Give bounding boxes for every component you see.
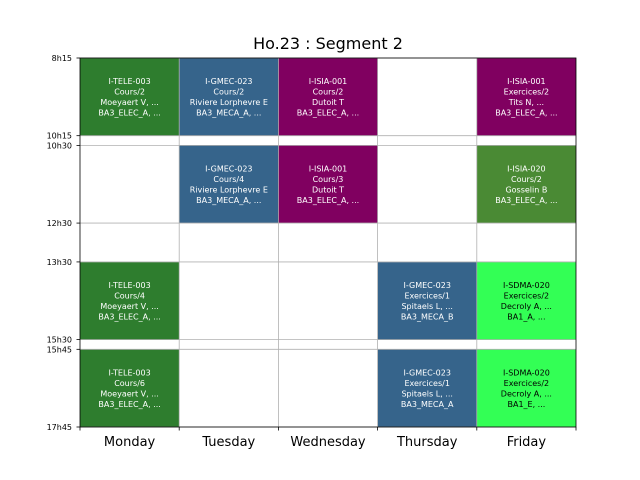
event-label: BA3_ELEC_A, ... <box>98 400 160 409</box>
y-tick-label: 10h30 <box>47 141 72 150</box>
event-label: Exercices/1 <box>404 292 449 301</box>
event-label: Moeyaert V, ... <box>100 302 158 311</box>
event-label: I-SDMA-020 <box>503 368 550 377</box>
event-label: I-ISIA-001 <box>507 77 546 86</box>
x-tick-label: Friday <box>507 435 547 450</box>
event-label: BA3_ELEC_A, ... <box>98 109 160 118</box>
event-label: I-GMEC-023 <box>205 164 252 173</box>
event-block: I-ISIA-001 Exercices/2Tits N, ... BA3_ELEC… <box>476 58 576 136</box>
event-label: Riviere Lorphevre E <box>190 98 268 107</box>
event-label: I-TELE-003 <box>109 368 151 377</box>
event-block: I-GMEC-023 Cours/2Riviere Lorphevre E BA3_… <box>179 58 279 136</box>
event-label: I-ISIA-001 <box>309 164 348 173</box>
event-block: I-SDMA-020 Exercices/2Decroly A, ... BA1_A… <box>476 261 576 340</box>
event-rect <box>377 349 477 427</box>
y-tick-label: 17h45 <box>47 423 72 432</box>
event-label: Exercices/2 <box>504 292 549 301</box>
event-label: I-TELE-003 <box>109 77 151 86</box>
event-rect <box>179 145 279 224</box>
event-label: BA1_A, ... <box>507 313 545 322</box>
event-label: BA3_MECA_A, ... <box>196 109 261 118</box>
event-rect <box>476 145 576 224</box>
event-label: I-SDMA-020 <box>503 281 550 290</box>
event-label: I-GMEC-023 <box>403 368 450 377</box>
event-block: I-GMEC-023 Cours/4Riviere Lorphevre E BA3_… <box>179 145 279 224</box>
event-label: I-ISIA-001 <box>309 77 348 86</box>
x-tick-label: Monday <box>104 435 156 450</box>
event-block: I-GMEC-023 Exercices/1Spitaels L, ... BA3_… <box>377 349 477 427</box>
event-rect <box>80 58 180 136</box>
event-label: Spitaels L, ... <box>401 302 452 311</box>
event-rect <box>80 261 180 340</box>
event-label: I-TELE-003 <box>109 281 151 290</box>
event-label: Dutoit T <box>312 185 344 194</box>
event-block: I-SDMA-020 Exercices/2Decroly A, ... BA1_E… <box>476 349 576 427</box>
x-tick-label: Wednesday <box>290 435 366 450</box>
event-label: Cours/4 <box>213 175 244 184</box>
event-rect <box>179 58 279 136</box>
event-label: Decroly A, ... <box>501 389 552 398</box>
event-label: Gosselin B <box>505 185 547 194</box>
event-label: Exercices/2 <box>504 88 549 97</box>
event-label: BA3_ELEC_A, ... <box>495 109 557 118</box>
event-label: BA3_MECA_B <box>401 313 454 322</box>
chart-title: Ho.23 : Segment 2 <box>253 34 403 53</box>
timetable-chart: Ho.23 : Segment 2 I-TELE-003Cours/2Moeya… <box>47 34 577 450</box>
y-tick-label: 13h30 <box>47 258 72 267</box>
event-label: Dutoit T <box>312 98 344 107</box>
event-label: Cours/2 <box>213 88 244 97</box>
event-label: BA3_ELEC_A, ... <box>98 313 160 322</box>
event-label: Decroly A, ... <box>501 302 552 311</box>
event-label: Cours/2 <box>114 88 145 97</box>
event-rect <box>80 349 180 427</box>
event-rect <box>278 58 378 136</box>
y-tick-label: 15h45 <box>47 345 72 354</box>
y-tick-label: 8h15 <box>52 54 72 63</box>
event-label: Spitaels L, ... <box>401 389 452 398</box>
event-rect <box>476 58 576 136</box>
event-label: BA1_E, ... <box>507 400 545 409</box>
event-block: I-GMEC-023 Exercices/1Spitaels L, ... BA3_… <box>377 261 477 340</box>
event-label: Cours/6 <box>114 379 145 388</box>
event-block: I-TELE-003 Cours/6Moeyaert V, ... BA3_ELEC… <box>80 349 180 427</box>
event-block: I-ISIA-020 Cours/2Gosselin B BA3_ELEC_A, .… <box>476 145 576 224</box>
x-tick-label: Thursday <box>396 435 458 450</box>
event-label: Moeyaert V, ... <box>100 98 158 107</box>
event-label: BA3_ELEC_A, ... <box>297 109 359 118</box>
event-label: Cours/2 <box>313 88 344 97</box>
y-tick-label: 15h30 <box>47 336 72 345</box>
event-label: Cours/2 <box>511 175 542 184</box>
x-tick-label: Tuesday <box>201 435 255 450</box>
event-label: Riviere Lorphevre E <box>190 185 268 194</box>
event-label: I-GMEC-023 <box>403 281 450 290</box>
event-block: I-ISIA-001 Cours/3Dutoit T BA3_ELEC_A, ... <box>278 145 378 224</box>
y-tick-label: 12h30 <box>47 219 72 228</box>
event-label: I-ISIA-020 <box>507 164 546 173</box>
event-label: Cours/3 <box>313 175 344 184</box>
event-label: Exercices/2 <box>504 379 549 388</box>
event-label: I-GMEC-023 <box>205 77 252 86</box>
event-block: I-ISIA-001 Cours/2Dutoit T BA3_ELEC_A, ... <box>278 58 378 136</box>
event-block: I-TELE-003 Cours/2Moeyaert V, ... BA3_ELEC… <box>80 58 180 136</box>
event-rect <box>476 261 576 340</box>
event-rect <box>377 261 477 340</box>
event-label: BA3_MECA_A, ... <box>196 196 261 205</box>
event-label: Moeyaert V, ... <box>100 389 158 398</box>
event-label: Tits N, ... <box>508 98 544 107</box>
events-layer: I-TELE-003Cours/2Moeyaert V, ...BA3_ELEC… <box>80 58 576 427</box>
event-label: BA3_ELEC_A, ... <box>297 196 359 205</box>
event-label: BA3_MECA_A <box>401 400 454 409</box>
event-rect <box>476 349 576 427</box>
event-label: Cours/4 <box>114 292 145 301</box>
event-label: BA3_ELEC_A, ... <box>495 196 557 205</box>
event-label: Exercices/1 <box>404 379 449 388</box>
event-block: I-TELE-003 Cours/4Moeyaert V, ... BA3_ELEC… <box>80 261 180 340</box>
y-tick-label: 10h15 <box>47 132 72 141</box>
event-rect <box>278 145 378 224</box>
